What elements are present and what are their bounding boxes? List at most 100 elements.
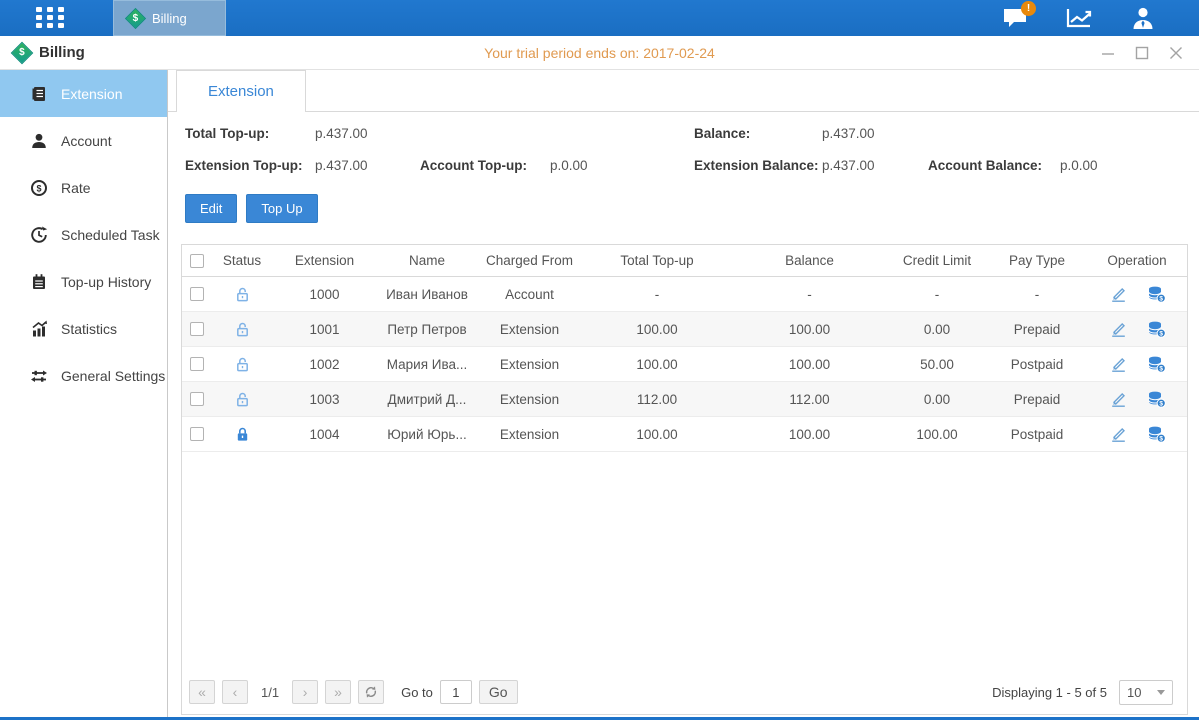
credit-limit-cell: 100.00 — [887, 427, 987, 442]
table-row[interactable]: 1004 Юрий Юрь... Extension 100.00 100.00… — [182, 417, 1187, 452]
column-header-status[interactable]: Status — [212, 253, 272, 268]
credit-limit-cell: 0.00 — [887, 322, 987, 337]
total-topup-value: p.437.00 — [315, 126, 368, 141]
refresh-button[interactable] — [358, 680, 384, 704]
unlocked-icon[interactable] — [234, 391, 251, 408]
topup-icon[interactable]: $ — [1147, 285, 1166, 303]
sidebar-item-topup-history[interactable]: Top-up History — [0, 258, 167, 305]
balance-cell: 100.00 — [732, 427, 887, 442]
balance-value: p.437.00 — [822, 126, 875, 141]
refresh-icon — [364, 685, 378, 699]
edit-icon[interactable] — [1109, 390, 1127, 408]
statistics-chart-icon[interactable] — [1065, 6, 1093, 30]
pay-type-cell: Prepaid — [987, 322, 1087, 337]
charged-from-cell: Extension — [477, 322, 582, 337]
topup-icon[interactable]: $ — [1147, 320, 1166, 338]
minimize-icon[interactable] — [1101, 46, 1115, 60]
page-size-select[interactable]: 10 — [1119, 680, 1173, 705]
column-header-charged-from[interactable]: Charged From — [477, 253, 582, 268]
extension-balance-value: p.437.00 — [822, 158, 875, 173]
person-icon — [30, 132, 48, 150]
topup-icon[interactable]: $ — [1147, 425, 1166, 443]
svg-text:$: $ — [1159, 401, 1163, 408]
edit-icon[interactable] — [1109, 320, 1127, 338]
row-checkbox[interactable] — [190, 392, 204, 406]
table-row[interactable]: 1000 Иван Иванов Account - - - - — [182, 277, 1187, 312]
sidebar-item-statistics[interactable]: Statistics — [0, 305, 167, 352]
maximize-icon[interactable] — [1135, 46, 1149, 60]
name-cell: Юрий Юрь... — [377, 427, 477, 442]
last-page-button[interactable]: » — [325, 680, 351, 704]
svg-text:$: $ — [36, 183, 41, 193]
edit-icon[interactable] — [1109, 355, 1127, 373]
taskbar-item-label: Billing — [152, 11, 187, 26]
user-account-icon[interactable] — [1129, 6, 1157, 30]
close-icon[interactable] — [1169, 46, 1183, 60]
row-checkbox[interactable] — [190, 427, 204, 441]
sidebar-item-general-settings[interactable]: General Settings — [0, 352, 167, 399]
column-header-balance[interactable]: Balance — [732, 253, 887, 268]
sidebar-item-label: General Settings — [61, 368, 165, 384]
topup-icon[interactable]: $ — [1147, 390, 1166, 408]
tab-extension[interactable]: Extension — [176, 70, 306, 112]
unlocked-icon[interactable] — [234, 286, 251, 303]
column-header-pay-type[interactable]: Pay Type — [987, 253, 1087, 268]
table-row[interactable]: 1001 Петр Петров Extension 100.00 100.00… — [182, 312, 1187, 347]
row-checkbox[interactable] — [190, 322, 204, 336]
pay-type-cell: Postpaid — [987, 357, 1087, 372]
balance-summary: Total Top-up: p.437.00 Balance: p.437.00… — [168, 112, 1199, 196]
total-topup-label: Total Top-up: — [185, 126, 269, 141]
row-checkbox[interactable] — [190, 357, 204, 371]
chevron-down-icon — [1157, 690, 1165, 695]
prev-page-button[interactable]: ‹ — [222, 680, 248, 704]
page-indicator: 1/1 — [255, 685, 285, 700]
sidebar: Extension Account $ Rate Scheduled Task — [0, 70, 168, 717]
ledger-icon — [30, 85, 48, 103]
account-topup-label: Account Top-up: — [420, 158, 527, 173]
go-button[interactable]: Go — [479, 680, 518, 704]
taskbar-item-billing[interactable]: $ Billing — [113, 0, 226, 36]
first-page-button[interactable]: « — [189, 680, 215, 704]
pay-type-cell: - — [987, 287, 1087, 302]
edit-icon[interactable] — [1109, 285, 1127, 303]
row-checkbox[interactable] — [190, 287, 204, 301]
topup-button[interactable]: Top Up — [246, 194, 317, 223]
column-header-credit-limit[interactable]: Credit Limit — [887, 253, 987, 268]
total-topup-cell: 100.00 — [582, 357, 732, 372]
sidebar-item-scheduled-task[interactable]: Scheduled Task — [0, 211, 167, 258]
window-title: Billing — [39, 44, 85, 61]
goto-page-input[interactable] — [440, 680, 472, 704]
edit-button[interactable]: Edit — [185, 194, 237, 223]
column-header-extension[interactable]: Extension — [272, 253, 377, 268]
edit-icon[interactable] — [1109, 425, 1127, 443]
extension-topup-label: Extension Top-up: — [185, 158, 303, 173]
extension-table: Status Extension Name Charged From Total… — [181, 244, 1188, 715]
sidebar-item-rate[interactable]: $ Rate — [0, 164, 167, 211]
column-header-name[interactable]: Name — [377, 253, 477, 268]
billing-app-icon: $ — [125, 7, 146, 28]
sidebar-item-label: Scheduled Task — [61, 227, 160, 243]
extension-cell: 1000 — [272, 287, 377, 302]
messages-icon[interactable]: ! — [1001, 6, 1029, 30]
account-topup-value: p.0.00 — [550, 158, 588, 173]
sidebar-item-extension[interactable]: Extension — [0, 70, 167, 117]
topup-icon[interactable]: $ — [1147, 355, 1166, 373]
credit-limit-cell: 50.00 — [887, 357, 987, 372]
select-all-checkbox[interactable] — [190, 254, 204, 268]
charged-from-cell: Extension — [477, 357, 582, 372]
column-header-total-topup[interactable]: Total Top-up — [582, 253, 732, 268]
unlocked-icon[interactable] — [234, 321, 251, 338]
table-row[interactable]: 1003 Дмитрий Д... Extension 112.00 112.0… — [182, 382, 1187, 417]
column-header-operation[interactable]: Operation — [1087, 253, 1187, 268]
app-launcher-icon[interactable] — [36, 7, 70, 29]
total-topup-cell: 100.00 — [582, 427, 732, 442]
locked-icon[interactable] — [234, 426, 251, 443]
svg-text:$: $ — [1159, 436, 1163, 443]
next-page-button[interactable]: › — [292, 680, 318, 704]
total-topup-cell: 100.00 — [582, 322, 732, 337]
sidebar-item-label: Statistics — [61, 321, 117, 337]
unlocked-icon[interactable] — [234, 356, 251, 373]
sidebar-item-account[interactable]: Account — [0, 117, 167, 164]
table-row[interactable]: 1002 Мария Ива... Extension 100.00 100.0… — [182, 347, 1187, 382]
goto-label: Go to — [401, 685, 433, 700]
